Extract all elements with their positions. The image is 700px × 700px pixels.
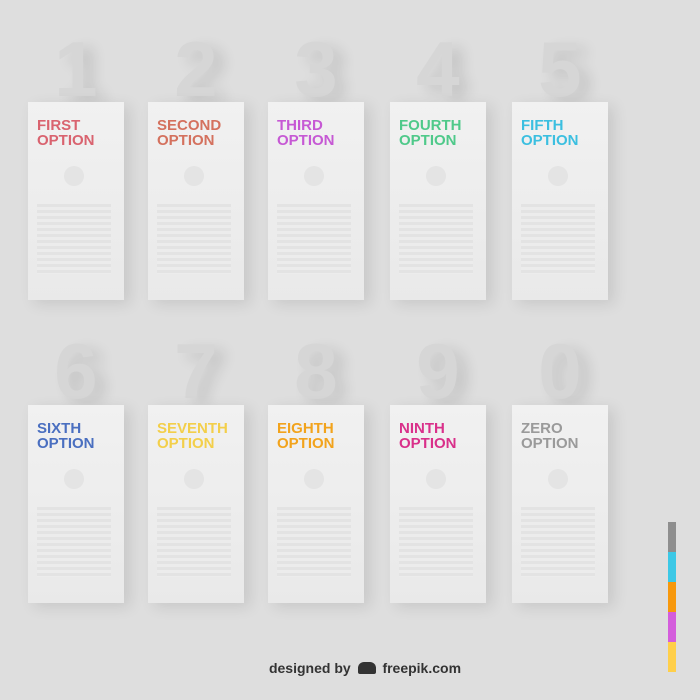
option-title-line2: OPTION xyxy=(521,132,579,149)
option-icon xyxy=(184,469,204,489)
option-card: FIFTH OPTION xyxy=(512,102,608,300)
option-number: 3 xyxy=(294,25,338,113)
option-number: 1 xyxy=(54,25,98,113)
option-card: SEVENTH OPTION xyxy=(148,405,244,603)
option-title: FIRST OPTION xyxy=(37,118,95,148)
option-title-line1: ZERO xyxy=(521,420,563,437)
option-placeholder-text xyxy=(277,507,351,577)
option-title-line2: OPTION xyxy=(37,132,95,149)
option-title-line2: OPTION xyxy=(521,435,579,452)
option-placeholder-text xyxy=(521,204,595,274)
brand-label: freepik.com xyxy=(382,660,462,676)
option-number: 8 xyxy=(294,327,338,415)
option-title-line2: OPTION xyxy=(37,435,95,452)
palette-swatch xyxy=(668,522,676,552)
option-icon xyxy=(426,469,446,489)
option-icon xyxy=(548,166,568,186)
option-placeholder-text xyxy=(277,204,351,274)
option-placeholder-text xyxy=(37,507,111,577)
option-title: ZERO OPTION xyxy=(521,421,579,451)
option-icon xyxy=(426,166,446,186)
option-title-line1: SIXTH xyxy=(37,420,82,437)
option-title-line2: OPTION xyxy=(399,132,457,149)
option-card: EIGHTH OPTION xyxy=(268,405,364,603)
option-card: FOURTH OPTION xyxy=(390,102,486,300)
designed-by-label: designed by xyxy=(268,660,351,676)
option-number: 6 xyxy=(54,327,98,415)
option-title-line1: SEVENTH xyxy=(157,420,228,437)
option-title-line1: EIGHTH xyxy=(277,420,334,437)
option-title-line2: OPTION xyxy=(277,132,335,149)
option-icon xyxy=(304,166,324,186)
option-card: THIRD OPTION xyxy=(268,102,364,300)
freepik-logo-icon xyxy=(357,662,376,674)
palette-swatch xyxy=(668,612,676,642)
option-title: NINTH OPTION xyxy=(399,421,457,451)
footer-credit: designed by freepik.com xyxy=(0,660,700,676)
option-title: THIRD OPTION xyxy=(277,118,335,148)
option-placeholder-text xyxy=(399,507,473,577)
option-card: NINTH OPTION xyxy=(390,405,486,603)
option-title: FOURTH OPTION xyxy=(399,118,462,148)
option-placeholder-text xyxy=(521,507,595,577)
option-card: ZERO OPTION xyxy=(512,405,608,603)
option-placeholder-text xyxy=(157,507,231,577)
option-card: SECOND OPTION xyxy=(148,102,244,300)
option-title-line1: FIRST xyxy=(37,117,81,134)
option-number: 7 xyxy=(174,327,218,415)
option-number: 2 xyxy=(174,25,218,113)
option-number: 4 xyxy=(416,25,460,113)
palette-swatch xyxy=(668,552,676,582)
option-title: SIXTH OPTION xyxy=(37,421,95,451)
option-number: 5 xyxy=(538,25,582,113)
option-title: FIFTH OPTION xyxy=(521,118,579,148)
option-placeholder-text xyxy=(157,204,231,274)
option-icon xyxy=(64,166,84,186)
palette-swatch xyxy=(668,582,676,612)
option-title-line2: OPTION xyxy=(399,435,457,452)
option-placeholder-text xyxy=(37,204,111,274)
option-title: SEVENTH OPTION xyxy=(157,421,228,451)
option-title-line2: OPTION xyxy=(157,132,215,149)
option-placeholder-text xyxy=(399,204,473,274)
option-card: SIXTH OPTION xyxy=(28,405,124,603)
option-card: FIRST OPTION xyxy=(28,102,124,300)
option-number: 9 xyxy=(416,327,460,415)
option-number: 0 xyxy=(538,327,582,415)
option-title: SECOND OPTION xyxy=(157,118,221,148)
option-title-line2: OPTION xyxy=(277,435,335,452)
option-title: EIGHTH OPTION xyxy=(277,421,335,451)
option-title-line1: FOURTH xyxy=(399,117,462,134)
option-icon xyxy=(304,469,324,489)
option-title-line1: THIRD xyxy=(277,117,323,134)
option-icon xyxy=(548,469,568,489)
option-icon xyxy=(184,166,204,186)
option-title-line2: OPTION xyxy=(157,435,215,452)
option-title-line1: NINTH xyxy=(399,420,445,437)
option-title-line1: FIFTH xyxy=(521,117,564,134)
option-title-line1: SECOND xyxy=(157,117,222,134)
option-icon xyxy=(64,469,84,489)
